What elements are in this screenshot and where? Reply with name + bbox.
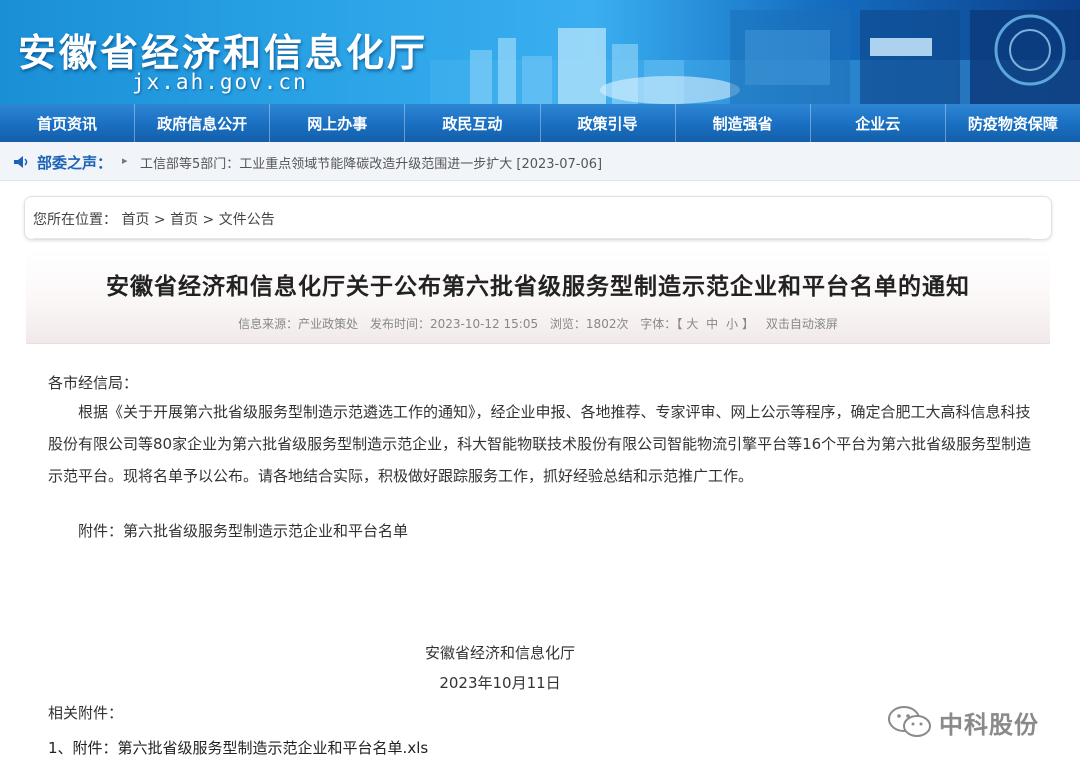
bracket-open: 【 <box>676 317 683 331</box>
meta-source: 信息来源：产业政策处 <box>238 317 359 331</box>
signature-date: 2023年10月11日 <box>439 674 561 692</box>
related-file: 1、附件：第六批省级服务型制造示范企业和平台名单.xls <box>48 737 428 758</box>
breadcrumb-home-link-2[interactable]: 首页 <box>170 212 198 228</box>
breadcrumb-prefix: 您所在位置： <box>33 212 117 228</box>
nav-item-interaction[interactable]: 政民互动 <box>405 104 541 142</box>
site-domain: jx.ah.gov.cn <box>132 70 308 94</box>
signature-org: 安徽省经济和信息化厅 <box>424 644 575 662</box>
news-ticker: 部委之声： ▸ 工信部等5部门：工业重点领域节能降碳改造升级范围进一步扩大 [2… <box>0 142 1080 181</box>
article-attachment-note: 附件：第六批省级服务型制造示范企业和平台名单 <box>78 522 409 540</box>
site-title: 安徽省经济和信息化厅 <box>18 30 429 75</box>
article-meta: 信息来源：产业政策处 发布时间：2023-10-12 15:05 浏览：1802… <box>26 315 1050 332</box>
meta-font-size: 字体：【大 中 小】 <box>640 317 754 331</box>
cityscape-illustration <box>430 10 1080 104</box>
font-size-small-button[interactable]: 小 <box>726 317 738 331</box>
speaker-icon <box>14 156 28 168</box>
nav-item-home-news[interactable]: 首页资讯 <box>0 104 136 142</box>
attachment-download-link[interactable]: 1、附件：第六批省级服务型制造示范企业和平台名单.xls <box>48 739 428 757</box>
breadcrumb-home-link[interactable]: 首页 <box>121 212 149 228</box>
bracket-close: 】 <box>742 317 755 331</box>
font-size-medium-button[interactable]: 中 <box>706 317 718 331</box>
nav-item-policy-guide[interactable]: 政策引导 <box>541 104 676 142</box>
font-label: 字体： <box>640 317 677 331</box>
breadcrumb-box: 您所在位置： 首页 > 首页 > 文件公告 <box>24 196 1052 240</box>
watermark-text: 中科股份 <box>939 711 1039 739</box>
breadcrumb: 您所在位置： 首页 > 首页 > 文件公告 <box>33 209 275 229</box>
nav-item-manufacturing[interactable]: 制造强省 <box>676 104 811 142</box>
article-header: 安徽省经济和信息化厅关于公布第六批省级服务型制造示范企业和平台名单的通知 信息来… <box>26 250 1050 344</box>
article-salutation: 各市经信局： <box>48 374 139 392</box>
font-size-large-button[interactable]: 大 <box>686 317 698 331</box>
wechat-icon <box>888 706 931 737</box>
breadcrumb-separator: > <box>153 212 166 228</box>
breadcrumb-notices-link[interactable]: 文件公告 <box>219 212 275 228</box>
article-title: 安徽省经济和信息化厅关于公布第六批省级服务型制造示范企业和平台名单的通知 <box>106 274 970 300</box>
nav-item-epidemic-supplies[interactable]: 防疫物资保障 <box>946 104 1080 142</box>
breadcrumb-separator: > <box>202 212 215 228</box>
nav-item-enterprise-cloud[interactable]: 企业云 <box>811 104 946 142</box>
divider <box>33 238 1031 239</box>
ticker-news-link[interactable]: 工信部等5部门：工业重点领域节能降碳改造升级范围进一步扩大 [2023-07-0… <box>140 153 602 172</box>
meta-published: 发布时间：2023-10-12 15:05 <box>369 317 539 331</box>
ticker-label: 部委之声： <box>37 154 113 172</box>
nav-item-gov-info[interactable]: 政府信息公开 <box>135 104 271 142</box>
article-body: 根据《关于开展第六批省级服务型制造示范遴选工作的通知》，经企业申报、各地推荐、专… <box>48 403 1032 485</box>
nav-item-online-service[interactable]: 网上办事 <box>270 104 406 142</box>
header-banner: 安徽省经济和信息化厅 jx.ah.gov.cn <box>0 0 1080 104</box>
related-attachments-label: 相关附件： <box>48 704 124 722</box>
chevron-right-icon: ▸ <box>122 154 128 167</box>
autoscroll-toggle[interactable]: 双击自动滚屏 <box>766 317 838 331</box>
meta-views: 浏览：1802次 <box>549 317 629 331</box>
main-nav: 首页资讯 政府信息公开 网上办事 政民互动 政策引导 制造强省 企业云 防疫物资… <box>0 104 1080 142</box>
watermark: 中科股份 <box>887 705 1057 739</box>
